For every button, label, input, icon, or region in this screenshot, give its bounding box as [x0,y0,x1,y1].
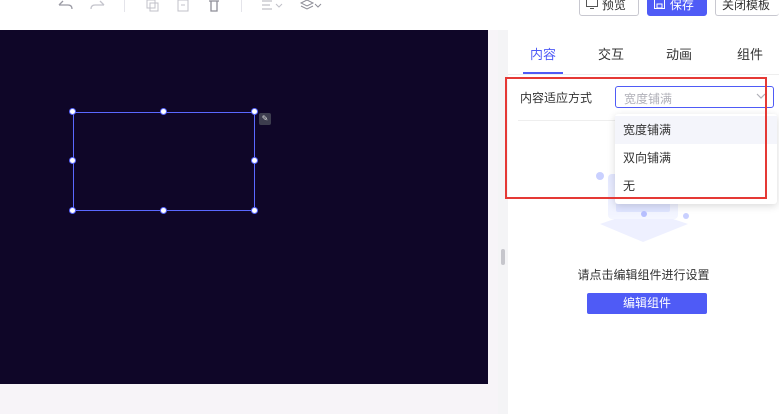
splitter-grip[interactable] [501,249,505,265]
resize-handle-right[interactable] [251,157,258,164]
highlight-annotation-box [505,77,767,199]
resize-handle-left[interactable] [69,157,76,164]
panel-tabs: 内容 交互 动画 组件 [508,30,779,75]
active-tab-indicator [523,72,563,74]
preview-button[interactable]: 预览 [579,0,639,16]
align-icon[interactable] [261,0,285,14]
save-icon [654,0,666,15]
close-template-button[interactable]: 关闭模板 [715,0,779,16]
resize-handle-bottom[interactable] [160,207,167,214]
resize-handle-top[interactable] [160,108,167,115]
trash-icon[interactable] [205,0,223,14]
resize-handle-top-right[interactable] [251,108,258,115]
editor-app: 预览 保存 关闭模板 ✎ 内容 交互 动画 组件 内容适应方式 宽度铺满 请点击… [0,0,779,414]
paste-icon[interactable] [174,0,192,14]
edit-component-button[interactable]: 编辑组件 [587,293,707,314]
tab-animation[interactable]: 动画 [659,44,699,63]
design-canvas[interactable]: ✎ [0,30,488,384]
monitor-icon [586,0,598,15]
save-button[interactable]: 保存 [647,0,707,16]
layers-icon[interactable] [299,0,324,14]
toolbar-divider [241,0,242,12]
resize-handle-bottom-right[interactable] [251,207,258,214]
selected-component[interactable] [73,112,255,211]
tab-content[interactable]: 内容 [523,44,563,63]
close-template-label: 关闭模板 [722,0,771,12]
toolbar: 预览 保存 关闭模板 [0,0,779,30]
resize-handle-bottom-left[interactable] [69,207,76,214]
tab-interaction[interactable]: 交互 [591,44,631,63]
tab-component[interactable]: 组件 [730,44,770,63]
undo-icon[interactable] [57,0,75,14]
toolbar-divider [124,0,125,12]
preview-button-label: 预览 [601,0,626,12]
copy-icon[interactable] [143,0,161,14]
redo-icon[interactable] [88,0,106,14]
empty-state-text: 请点击编辑组件进行设置 [577,268,710,282]
save-button-label: 保存 [669,0,694,12]
resize-handle-top-left[interactable] [69,108,76,115]
pencil-icon[interactable]: ✎ [259,113,271,125]
